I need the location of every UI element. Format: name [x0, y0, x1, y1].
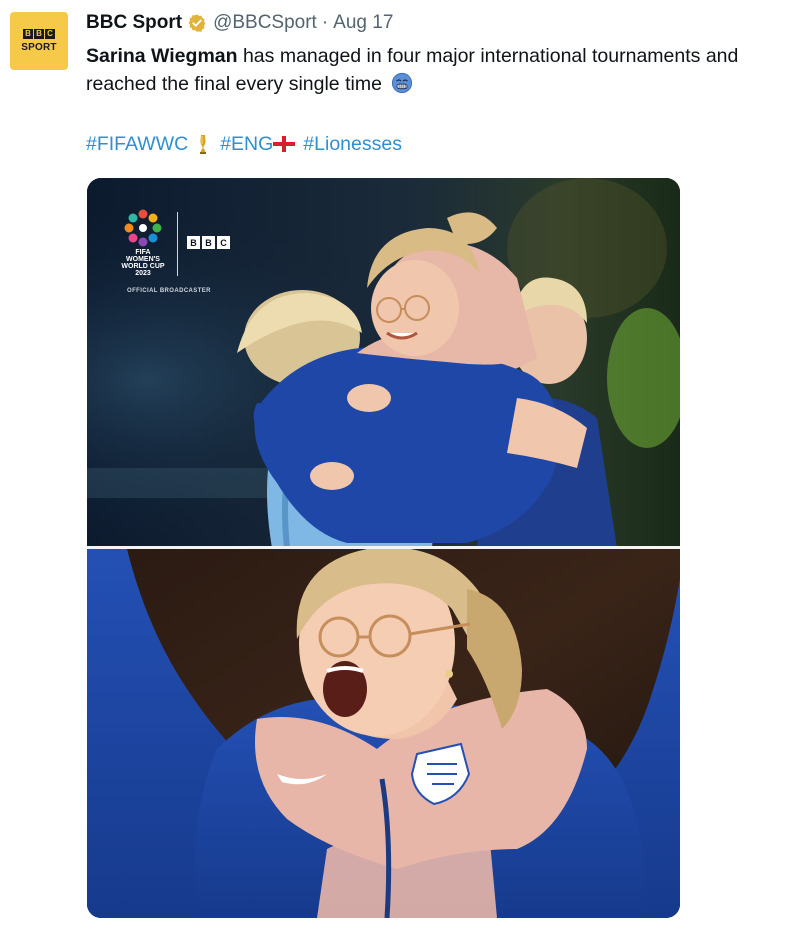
- trophy-emoji-icon: [200, 135, 207, 154]
- wwc-line-worldcup: WORLD CUP: [121, 263, 165, 270]
- tweet-body: Sarina Wiegman has managed in four major…: [86, 42, 796, 98]
- tweet-date[interactable]: Aug 17: [333, 12, 393, 34]
- hashtag-row: #FIFAWWC #ENG #Lionesses: [86, 130, 402, 158]
- tweet-text-bold: Sarina Wiegman: [86, 45, 238, 67]
- bbc-logo-blocks: B B C: [23, 29, 55, 39]
- gold-verified-badge-icon[interactable]: [187, 13, 207, 33]
- official-broadcaster-label: OFFICIAL BROADCASTER: [127, 288, 211, 294]
- bbc-sport-avatar[interactable]: B B C SPORT: [10, 12, 68, 70]
- logo-divider: [177, 212, 178, 276]
- avatar-sport-label: SPORT: [21, 42, 57, 53]
- hashtag-eng[interactable]: #ENG: [220, 130, 273, 158]
- wwc-broadcast-logo: FIFA WOMEN'S WORLD CUP 2023 B B C OFFICI…: [115, 208, 255, 298]
- england-flag-emoji-icon: [273, 136, 296, 152]
- meta-separator: ·: [321, 12, 329, 33]
- wwc-line-fifa: FIFA: [135, 249, 151, 256]
- photo-wiegman-celebrating[interactable]: [87, 549, 680, 918]
- wwc-event-text: FIFA WOMEN'S WORLD CUP 2023: [115, 249, 171, 277]
- hashtag-fifawwc[interactable]: #FIFAWWC: [86, 130, 188, 158]
- bbc-letter-c: C: [45, 29, 55, 39]
- author-handle[interactable]: @BBCSport: [213, 12, 317, 34]
- wwc-line-womens: WOMEN'S: [126, 256, 160, 263]
- bbc-badge-b2: B: [202, 236, 215, 249]
- tweet-media[interactable]: BRIGHT: [87, 178, 680, 918]
- crying-face-emoji-icon: [392, 72, 413, 94]
- tweet-header: BBC Sport @BBCSport · Aug 17: [86, 12, 393, 34]
- bbc-letter-b2: B: [34, 29, 44, 39]
- wwc-emblem-icon: [124, 209, 162, 247]
- bbc-letter-b1: B: [23, 29, 33, 39]
- author-name[interactable]: BBC Sport: [86, 12, 182, 34]
- bbc-broadcaster-badge: B B C: [187, 236, 230, 249]
- wwc-line-year: 2023: [135, 270, 151, 277]
- hashtag-lionesses[interactable]: #Lionesses: [303, 130, 402, 158]
- bbc-badge-c: C: [217, 236, 230, 249]
- bbc-badge-b1: B: [187, 236, 200, 249]
